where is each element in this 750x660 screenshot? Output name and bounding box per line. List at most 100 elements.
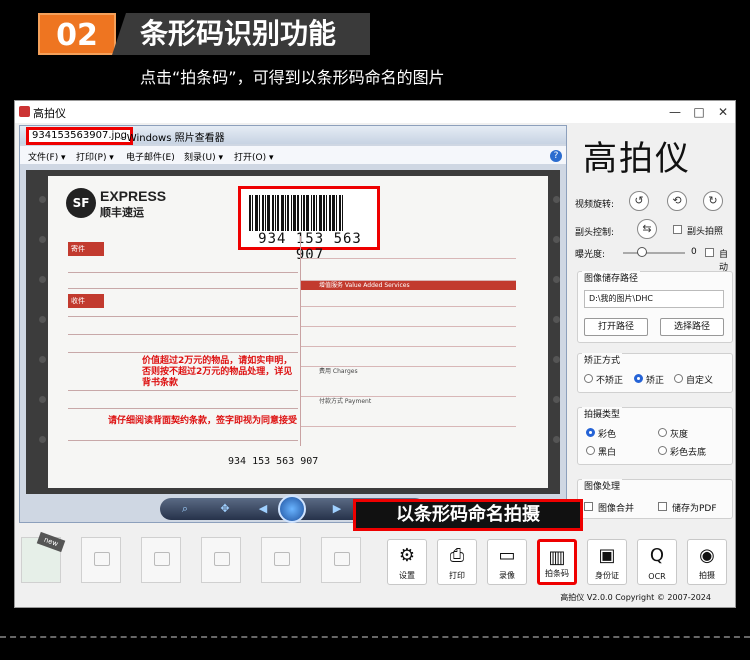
section-title: 条形码识别功能 [112,13,370,55]
panel-title: 高拍仪 [583,139,691,179]
storage-path-group: 图像储存路径 D:\我的图片\DHC 打开路径 选择路径 [577,271,733,343]
merge-label: 图像合并 [598,504,635,514]
magnifier-icon: Q [649,545,665,566]
settings-button[interactable]: ⚙ 设置 [387,539,427,585]
correction-group-title: 矫正方式 [582,353,623,366]
fit-icon[interactable]: ✥ [218,502,232,516]
storage-path-group-title: 图像储存路径 [582,271,641,284]
menu-open[interactable]: 打开(O) ▾ [234,150,274,163]
slideshow-button[interactable] [278,495,306,523]
zoom-icon[interactable]: ⌕ [178,502,192,516]
window-title: 高拍仪 [33,107,66,120]
thumbnail-slot[interactable] [321,537,361,583]
waybill-bottom-number: 934 153 563 907 [228,456,319,467]
correct-on-radio[interactable] [634,374,643,383]
thumbnail-latest[interactable]: new [21,531,66,583]
waybill-image: SF EXPRESS 顺丰速运 934 153 563 907 寄件 收件 价值… [39,176,560,488]
gear-icon: ⚙ [398,545,416,566]
image-placeholder-icon [274,552,290,566]
shoot-bw-radio[interactable] [586,446,595,455]
viewer-app-title: - Windows 照片查看器 [120,133,225,144]
maximize-button[interactable]: □ [687,101,711,123]
switch-camera-icon[interactable]: ⇆ [637,219,657,239]
shoot-gray-radio[interactable] [658,428,667,437]
receiver-section: 收件 [68,294,104,308]
service-grid: 增值服务 Value Added Services 费用 Charges 付款方… [300,236,516,446]
storage-path-input[interactable]: D:\我的图片\DHC [584,290,724,308]
barcode-shoot-button[interactable]: ▥ 拍条码 [537,539,577,585]
thumbnail-strip: new [19,531,379,589]
exposure-label: 曝光度: [575,250,606,260]
id-card-button[interactable]: ▣ 身份证 [587,539,627,585]
save-pdf-label: 储存为PDF [672,504,717,514]
correct-on-label: 矫正 [646,376,665,386]
barcode-bars [249,195,369,231]
shoot-label: 拍摄 [699,571,715,580]
camera-icon: ◉ [699,545,715,566]
record-button[interactable]: ▭ 录像 [487,539,527,585]
bottom-divider [0,636,750,638]
menu-file[interactable]: 文件(F) ▾ [28,150,66,163]
printer-icon: ⎙ [449,545,465,566]
video-camera-icon: ▭ [498,545,516,566]
barcode-shoot-label: 拍条码 [545,569,569,578]
exposure-slider[interactable] [623,252,685,254]
thumbnail-slot[interactable] [201,537,241,583]
shoot-type-group: 拍摄类型 彩色 灰度 黑白 彩色去底 [577,407,733,465]
correct-none-label: 不矫正 [596,376,624,386]
next-icon[interactable]: ▶ [330,502,344,516]
auto-exposure-label: 自动 [719,250,729,273]
thumbnail-slot[interactable] [141,537,181,583]
shoot-color-nobg-radio[interactable] [658,446,667,455]
rotate-reset-icon[interactable]: ⟲ [667,191,687,211]
shoot-color-nobg-label: 彩色去底 [670,448,707,458]
merge-checkbox[interactable] [584,502,593,511]
barcode-icon: ▥ [548,547,566,568]
app-icon [19,106,30,117]
close-button[interactable]: ✕ [711,101,735,123]
rotate-right-icon[interactable]: ↻ [703,191,723,211]
rotate-left-icon[interactable]: ↺ [629,191,649,211]
value-service-header: 增值服务 Value Added Services [301,280,516,290]
thumbnail-slot[interactable] [261,537,301,583]
image-process-group: 图像处理 图像合并 储存为PDF [577,479,733,519]
correct-custom-radio[interactable] [674,374,683,383]
ocr-button[interactable]: Q OCR [637,539,677,585]
thumbnail-slot[interactable] [81,537,121,583]
save-pdf-checkbox[interactable] [658,502,667,511]
exposure-slider-handle[interactable] [636,247,647,257]
value-warning: 价值超过2万元的物品，请如实申明，否则按不超过2万元的物品处理，详见背书条款 [142,356,293,388]
auto-exposure-checkbox[interactable] [705,248,714,257]
viewer-titlebar: 934153563907.jpg - Windows 照片查看器 [20,126,566,145]
open-path-button[interactable]: 打开路径 [584,318,648,336]
shoot-color-label: 彩色 [598,430,617,440]
help-icon[interactable]: ? [550,150,562,162]
previous-icon[interactable]: ◀ [256,502,270,516]
left-feed-holes [36,176,50,488]
head-shoot-label: 副头拍照 [687,227,724,237]
copyright-text: 高拍仪 V2.0.0 Copyright © 2007-2024 [560,593,711,602]
correct-none-radio[interactable] [584,374,593,383]
settings-label: 设置 [399,571,415,580]
shoot-color-radio[interactable] [586,428,595,437]
fee-header: 费用 Charges [301,366,516,376]
viewer-menubar: 文件(F) ▾ 打印(P) ▾ 电子邮件(E) 刻录(U) ▾ 打开(O) ▾ … [20,146,566,164]
menu-print[interactable]: 打印(P) ▾ [76,150,114,163]
record-label: 录像 [499,571,515,580]
correct-custom-label: 自定义 [686,376,714,386]
sf-logo: SF [66,188,96,218]
menu-email[interactable]: 电子邮件(E) [126,150,175,163]
id-card-icon: ▣ [598,545,616,566]
image-process-group-title: 图像处理 [582,479,623,492]
print-button[interactable]: ⎙ 打印 [437,539,477,585]
new-badge: new [36,531,66,553]
shoot-button[interactable]: ◉ 拍摄 [687,539,727,585]
menu-burn[interactable]: 刻录(U) ▾ [184,150,223,163]
head-shoot-checkbox[interactable] [673,225,682,234]
id-card-label: 身份证 [595,571,619,580]
app-window: 高拍仪 — □ ✕ 934153563907.jpg - Windows 照片查… [14,100,736,608]
choose-path-button[interactable]: 选择路径 [660,318,724,336]
contract-warning: 请仔细阅读背面契约条款，签字即视为同意接受 [108,416,298,426]
image-placeholder-icon [334,552,350,566]
minimize-button[interactable]: — [663,101,687,123]
